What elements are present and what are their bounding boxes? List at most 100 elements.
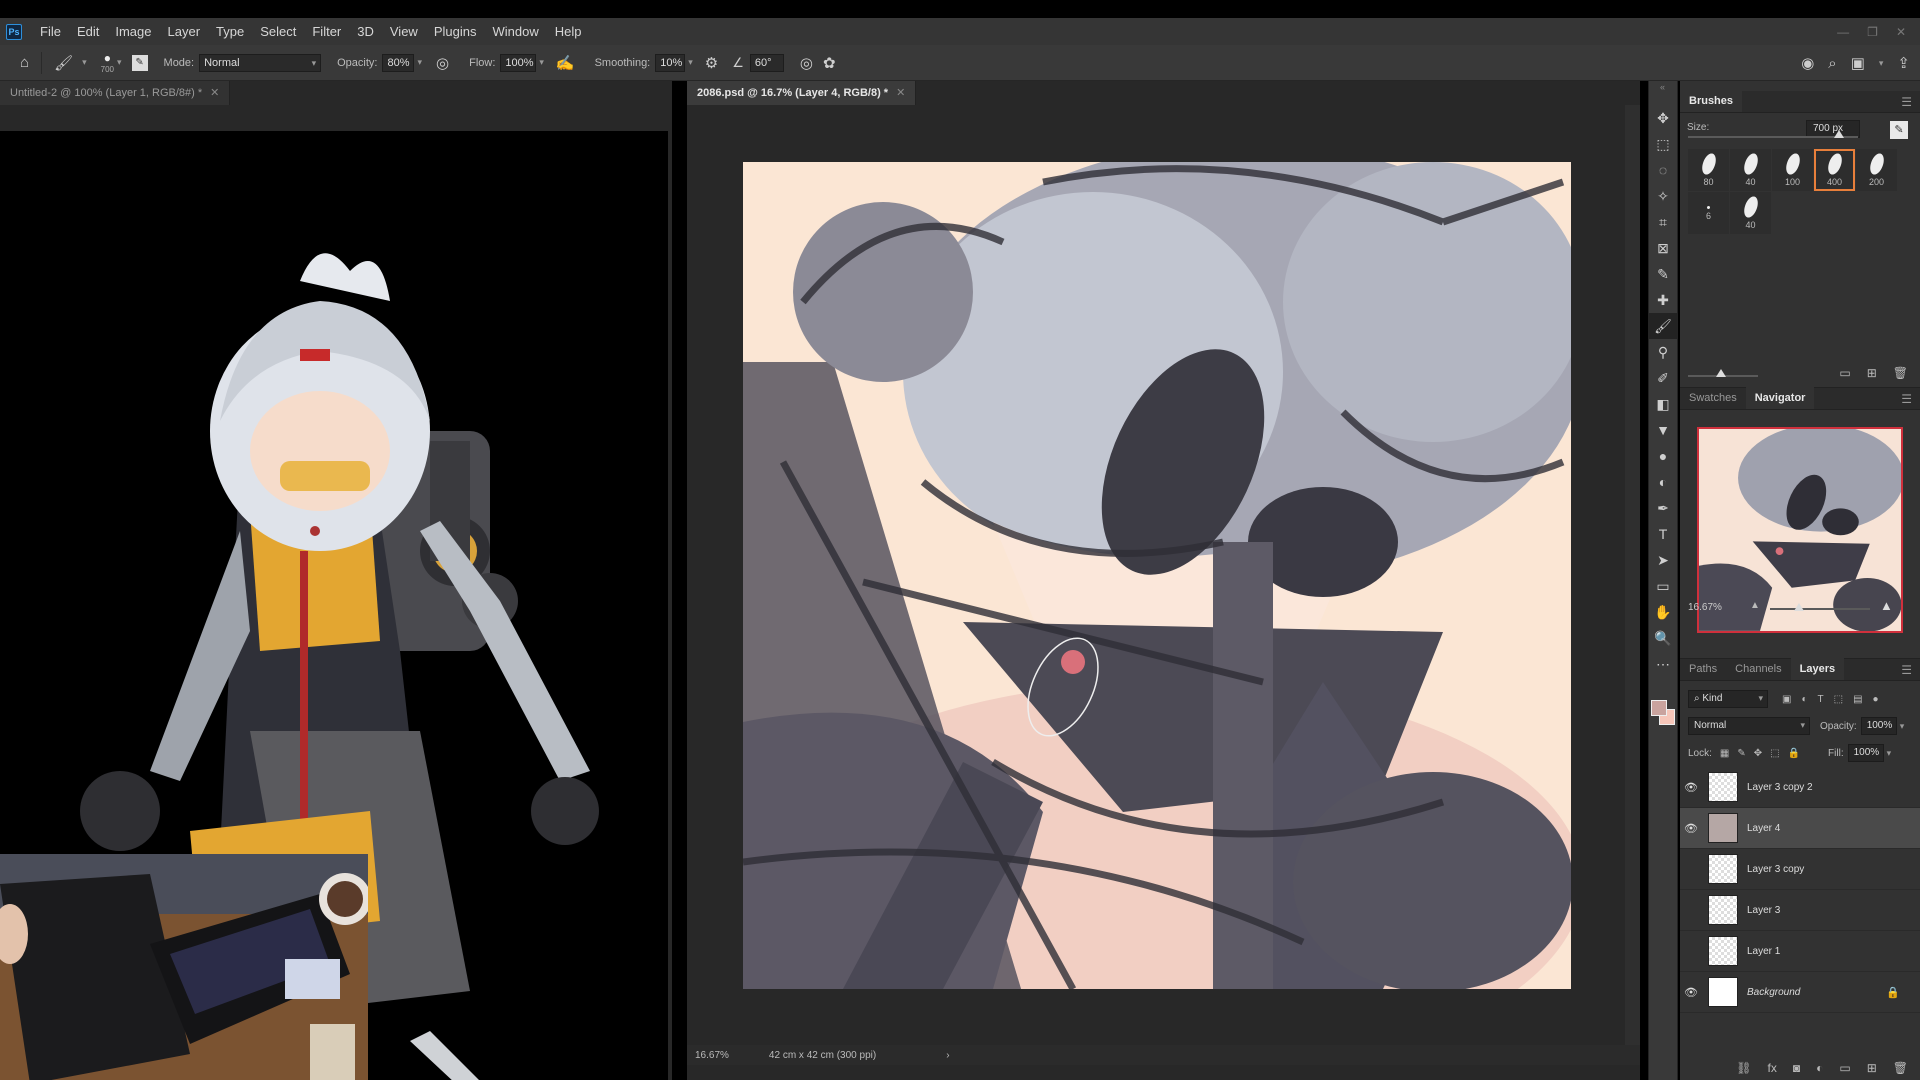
document-tab-2086[interactable]: 2086.psd @ 16.7% (Layer 4, RGB/8) * ✕: [687, 81, 917, 105]
layer-filter-select[interactable]: ⌕ Kind ▾: [1688, 690, 1768, 708]
brush-size-slider-track[interactable]: [1688, 136, 1858, 138]
menu-image[interactable]: Image: [107, 18, 159, 45]
pen-icon[interactable]: ✒: [1649, 495, 1677, 521]
menu-filter[interactable]: Filter: [304, 18, 349, 45]
pressure-opacity-icon[interactable]: ◎: [436, 54, 449, 72]
status-arrow-icon[interactable]: ›: [946, 1050, 949, 1061]
chevron-down-icon[interactable]: ▾: [1879, 58, 1884, 69]
eye-icon[interactable]: 👁: [1680, 945, 1702, 958]
tab-brushes[interactable]: Brushes: [1680, 90, 1743, 112]
chevron-down-icon[interactable]: ▾: [539, 57, 544, 68]
tab-layers[interactable]: Layers: [1790, 658, 1845, 680]
share-icon[interactable]: ⇪: [1897, 54, 1910, 72]
brush-tip[interactable]: 40: [1730, 192, 1771, 234]
menu-plugins[interactable]: Plugins: [426, 18, 485, 45]
filter-shape-icon[interactable]: ⬚: [1834, 694, 1843, 705]
brush-tip[interactable]: 100: [1772, 149, 1813, 191]
menu-3d[interactable]: 3D: [349, 18, 382, 45]
healing-icon[interactable]: ✚: [1649, 287, 1677, 313]
marquee-icon[interactable]: ⬚: [1649, 131, 1677, 157]
foreground-color-swatch[interactable]: [1651, 700, 1667, 716]
layer-fill-input[interactable]: 100%: [1847, 744, 1884, 762]
mode-select[interactable]: Normal ▾: [199, 53, 322, 72]
eye-icon[interactable]: 👁: [1680, 781, 1702, 794]
angle-input[interactable]: 60°: [749, 53, 784, 72]
menu-select[interactable]: Select: [252, 18, 304, 45]
hand-icon[interactable]: ✋: [1649, 599, 1677, 625]
menu-view[interactable]: View: [382, 18, 426, 45]
layer-row[interactable]: 👁 Layer 4: [1680, 808, 1920, 849]
pressure-size-icon[interactable]: ◎: [800, 54, 813, 72]
menu-window[interactable]: Window: [484, 18, 546, 45]
brush-settings-toggle-icon[interactable]: ✎: [131, 54, 148, 71]
type-icon[interactable]: T: [1649, 521, 1677, 547]
frame-icon[interactable]: ⊠: [1649, 235, 1677, 261]
crop-icon[interactable]: ⌗: [1649, 209, 1677, 235]
chevron-down-icon[interactable]: ▾: [117, 57, 122, 68]
document-tab-untitled[interactable]: Untitled-2 @ 100% (Layer 1, RGB/8#) * ✕: [0, 81, 231, 105]
flow-input[interactable]: 100%: [500, 53, 537, 72]
tab-swatches[interactable]: Swatches: [1680, 387, 1746, 409]
reference-canvas[interactable]: [0, 131, 668, 1080]
lock-image-icon[interactable]: ✎: [1737, 748, 1745, 759]
magic-wand-icon[interactable]: ✧: [1649, 183, 1677, 209]
eye-icon[interactable]: 👁: [1680, 904, 1702, 917]
tab-channels[interactable]: Channels: [1726, 658, 1790, 680]
brush-settings-icon[interactable]: ✎: [1890, 121, 1908, 139]
layer-row[interactable]: 👁 Layer 1: [1680, 931, 1920, 972]
dodge-icon[interactable]: ◐: [1649, 469, 1677, 495]
trash-icon[interactable]: 🗑: [1893, 366, 1908, 380]
brush-tip[interactable]: 6: [1688, 192, 1729, 234]
layer-row[interactable]: 👁 Layer 3: [1680, 890, 1920, 931]
link-icon[interactable]: ⛓: [1736, 1061, 1751, 1075]
navigator-zoom-slider-handle[interactable]: [1794, 603, 1804, 611]
menu-edit[interactable]: Edit: [69, 18, 107, 45]
layer-row[interactable]: 👁 Layer 3 copy 2: [1680, 767, 1920, 808]
filter-pixel-icon[interactable]: ▣: [1782, 694, 1791, 705]
lock-all-icon[interactable]: 🔒: [1788, 748, 1800, 759]
workspace-icon[interactable]: ▣: [1851, 54, 1865, 72]
search-icon[interactable]: ⌕: [1828, 55, 1836, 72]
brush-tip[interactable]: 400: [1814, 149, 1855, 191]
zoom-icon[interactable]: 🔍: [1649, 625, 1677, 651]
symmetry-icon[interactable]: ✿: [823, 54, 836, 72]
menu-layer[interactable]: Layer: [160, 18, 209, 45]
layer-opacity-input[interactable]: 100%: [1860, 717, 1897, 735]
collapse-panels-icon[interactable]: «: [1660, 82, 1665, 92]
sketch-canvas[interactable]: [743, 162, 1571, 989]
zoom-readout[interactable]: 16.67%: [695, 1050, 729, 1061]
panel-menu-icon[interactable]: ☰: [1901, 95, 1912, 109]
filter-toggle-icon[interactable]: ●: [1873, 694, 1879, 705]
vertical-scrollbar[interactable]: [1625, 105, 1640, 1055]
folder-icon[interactable]: ▭: [1839, 366, 1850, 380]
filter-smart-object-icon[interactable]: ▤: [1853, 694, 1862, 705]
eye-icon[interactable]: 👁: [1680, 863, 1702, 876]
lasso-icon[interactable]: ◌: [1649, 157, 1677, 183]
layer-row[interactable]: 👁 Layer 3 copy: [1680, 849, 1920, 890]
panel-menu-icon[interactable]: ☰: [1901, 392, 1912, 406]
smoothing-input[interactable]: 10%: [655, 53, 686, 72]
adjustment-icon[interactable]: ◐: [1816, 1061, 1823, 1075]
move-icon[interactable]: ✥: [1649, 105, 1677, 131]
close-icon[interactable]: ✕: [210, 87, 219, 99]
navigator-zoom-value[interactable]: 16.67%: [1688, 602, 1722, 613]
airbrush-icon[interactable]: ✍: [556, 54, 575, 72]
eye-icon[interactable]: 👁: [1680, 822, 1702, 835]
blur-icon[interactable]: ●: [1649, 443, 1677, 469]
fx-icon[interactable]: fx: [1768, 1061, 1777, 1075]
chevron-down-icon[interactable]: ▾: [688, 57, 693, 68]
filter-adjustment-icon[interactable]: ◐: [1801, 694, 1807, 705]
group-folder-icon[interactable]: ▭: [1839, 1061, 1850, 1075]
share-user-icon[interactable]: ◉: [1801, 54, 1814, 72]
new-brush-icon[interactable]: ⊞: [1867, 366, 1877, 380]
restore-icon[interactable]: ❐: [1867, 25, 1878, 39]
minimize-icon[interactable]: —: [1837, 25, 1849, 39]
chevron-down-icon[interactable]: ▾: [417, 57, 422, 68]
lock-artboard-icon[interactable]: ⬚: [1770, 748, 1779, 759]
brush-tip[interactable]: 80: [1688, 149, 1729, 191]
more-icon[interactable]: ⋯: [1649, 651, 1677, 677]
zoom-in-icon[interactable]: ▲: [1880, 598, 1893, 613]
photoshop-logo-icon[interactable]: Ps: [6, 23, 22, 40]
bucket-icon[interactable]: ▼: [1649, 417, 1677, 443]
stamp-icon[interactable]: ⚲: [1649, 339, 1677, 365]
